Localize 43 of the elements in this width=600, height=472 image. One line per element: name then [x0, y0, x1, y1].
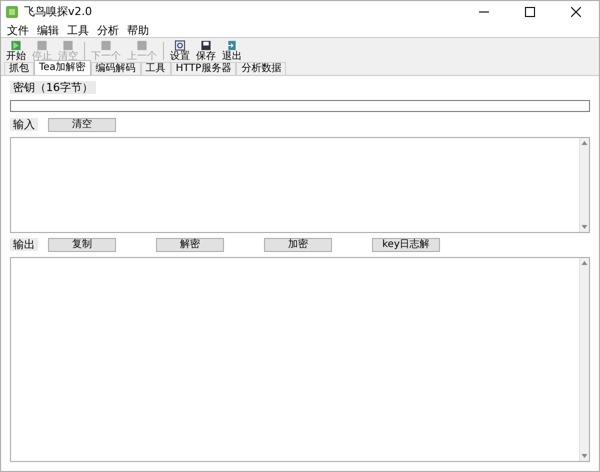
menu-item[interactable]: 编辑 [33, 23, 63, 37]
maximize-icon [525, 7, 535, 17]
action-button[interactable]: 复制 [48, 238, 116, 252]
square-icon [36, 40, 48, 51]
close-icon [571, 7, 581, 17]
window-title: 飞鸟嗅探v2.0 [24, 4, 94, 20]
tab[interactable]: 抓包 [4, 62, 34, 75]
scroll-up-icon [581, 140, 588, 146]
tab[interactable]: 工具 [140, 62, 171, 75]
input-area[interactable] [10, 136, 590, 232]
scrollbar[interactable] [579, 258, 589, 461]
menu-item[interactable]: 帮助 [123, 23, 153, 37]
tab[interactable]: 分析数据 [236, 62, 286, 75]
action-button[interactable]: key日志解 [372, 238, 440, 252]
app-icon [5, 5, 19, 19]
square-icon [136, 40, 148, 51]
toolbar-button[interactable]: 开始 [3, 40, 29, 62]
menu-item[interactable]: 工具 [63, 23, 93, 37]
toolbar-button[interactable]: 保存 [193, 40, 219, 62]
settings-icon [174, 40, 186, 51]
section-label: 输入 [10, 118, 38, 131]
tab[interactable]: Tea加解密 [34, 60, 91, 75]
square-icon [100, 40, 112, 51]
scrollbar[interactable] [579, 138, 589, 232]
key-field[interactable] [10, 100, 590, 112]
save-icon [200, 40, 212, 51]
section-label: 输出 [10, 238, 38, 251]
menu-item[interactable]: 分析 [93, 23, 123, 37]
square-icon [62, 40, 74, 51]
play-icon [10, 40, 22, 51]
menu-item[interactable]: 文件 [3, 23, 33, 37]
action-button[interactable]: 加密 [264, 238, 332, 252]
tab[interactable]: 编码解码 [90, 62, 141, 75]
exit-icon [226, 40, 238, 51]
scroll-down-icon [581, 224, 588, 230]
toolbar-button[interactable]: 设置 [167, 40, 193, 62]
key-label: 密钥（16字节） [10, 81, 96, 94]
scroll-up-icon [581, 260, 588, 266]
toolbar-button[interactable]: 退出 [219, 40, 245, 62]
action-button[interactable]: 解密 [156, 238, 224, 252]
tab[interactable]: HTTP服务器 [170, 62, 236, 75]
action-button[interactable]: 清空 [48, 118, 116, 132]
scroll-down-icon [581, 453, 588, 459]
